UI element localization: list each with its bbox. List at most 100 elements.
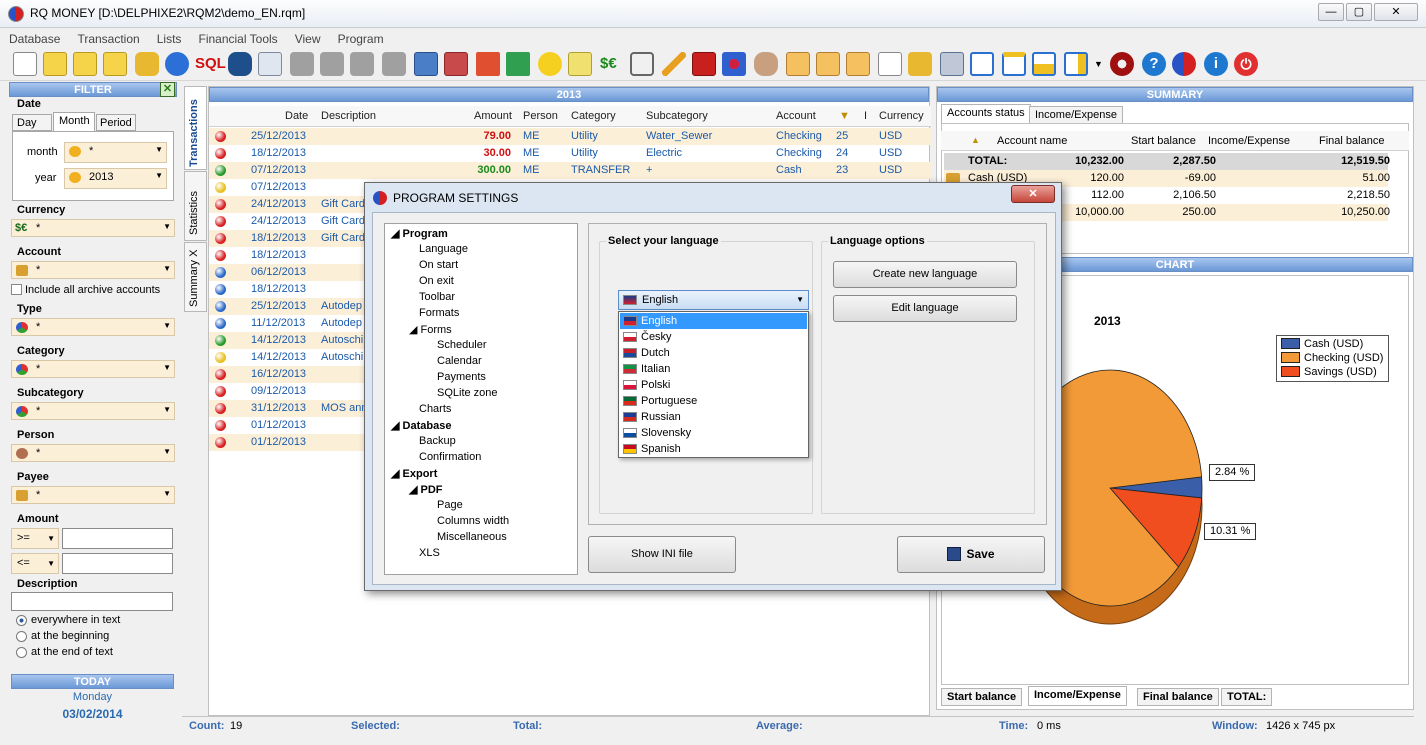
language-option[interactable]: Italian [620, 361, 807, 377]
language-option[interactable]: Portuguese [620, 393, 807, 409]
play-icon[interactable] [165, 52, 189, 76]
app-logo-icon[interactable] [1172, 52, 1196, 76]
database-icon[interactable] [228, 52, 252, 76]
tab-transactions[interactable]: Transactions [184, 86, 207, 170]
col-person[interactable]: Person [523, 107, 558, 126]
tree-item[interactable]: Page [437, 499, 463, 511]
description-input[interactable] [11, 592, 173, 611]
maximize-button[interactable]: ▢ [1346, 3, 1372, 21]
comments-icon[interactable] [382, 52, 406, 76]
card-icon[interactable] [258, 52, 282, 76]
language-option[interactable]: Polski [620, 377, 807, 393]
list-red-icon[interactable] [444, 52, 468, 76]
col-id[interactable]: I [864, 107, 867, 126]
layout-split-icon[interactable] [1032, 52, 1056, 76]
amount-min-input[interactable] [62, 528, 173, 549]
comment-icon-3[interactable] [350, 52, 374, 76]
smiley-icon[interactable] [538, 52, 562, 76]
language-option[interactable]: Dutch [620, 345, 807, 361]
col-income-expense[interactable]: Income/Expense [1208, 135, 1290, 147]
currency-select[interactable]: $€ * ▼ [11, 219, 175, 237]
tree-item[interactable]: Language [419, 243, 468, 255]
coins-icon[interactable] [908, 52, 932, 76]
comment-icon[interactable] [290, 52, 314, 76]
payee-select[interactable]: * ▼ [11, 486, 175, 504]
help-icon[interactable]: ? [1142, 52, 1166, 76]
tree-item[interactable]: ◢ PDF [409, 483, 443, 496]
col-amount[interactable]: Amount [474, 107, 512, 126]
tab-period[interactable]: Period [96, 114, 136, 131]
tree-item[interactable]: XLS [419, 547, 440, 559]
sql-icon[interactable]: SQL [195, 52, 226, 76]
menu-lists[interactable]: Lists [148, 29, 187, 46]
radio-end[interactable] [16, 647, 27, 658]
radio-everywhere[interactable] [16, 615, 27, 626]
close-button[interactable]: ✕ [1374, 3, 1418, 21]
layout-left-icon[interactable] [970, 52, 994, 76]
tree-item[interactable]: Miscellaneous [437, 531, 507, 543]
list-icon[interactable] [414, 52, 438, 76]
archive-checkbox[interactable] [11, 284, 22, 295]
close-filter-icon[interactable]: ✕ [160, 82, 175, 97]
table-row[interactable]: 07/12/2013 300.00 ME TRANSFER + Cash 23 USD [209, 162, 931, 179]
tree-item[interactable]: Scheduler [437, 339, 487, 351]
sort-asc-icon[interactable]: ▲ [971, 135, 980, 145]
year-select[interactable]: 2013 ▼ [64, 168, 167, 189]
menu-database[interactable]: Database [0, 29, 65, 46]
layout-right-icon[interactable] [1064, 52, 1088, 76]
type-select[interactable]: * ▼ [11, 318, 175, 336]
calendar-icon[interactable] [786, 52, 810, 76]
show-ini-button[interactable]: Show INI file [588, 536, 736, 573]
tab-accounts-status[interactable]: Accounts status [941, 104, 1031, 123]
tree-item[interactable]: ◢ Export [391, 467, 437, 480]
amount-op-select[interactable]: >= ▼ [11, 528, 59, 549]
tree-item[interactable]: Payments [437, 371, 486, 383]
language-option[interactable]: Spanish [620, 441, 807, 457]
create-language-button[interactable]: Create new language [833, 261, 1017, 288]
dialog-close-button[interactable]: ✕ [1011, 185, 1055, 203]
tree-item[interactable]: Columns width [437, 515, 509, 527]
col-account-name[interactable]: Account name [997, 135, 1067, 147]
pencil-icon[interactable] [662, 52, 686, 76]
tree-item[interactable]: Formats [419, 307, 459, 319]
col-account[interactable]: Account [776, 107, 816, 126]
open-folder-icon[interactable] [43, 52, 67, 76]
currency-icon[interactable]: $€ [600, 52, 624, 76]
amount-max-input[interactable] [62, 553, 173, 574]
tree-item[interactable]: On start [419, 259, 458, 271]
subcategory-select[interactable]: * ▼ [11, 402, 175, 420]
table-row[interactable]: 18/12/2013 30.00 ME Utility Electric Checking… [209, 145, 931, 162]
menu-program[interactable]: Program [329, 29, 389, 46]
tree-item[interactable]: On exit [419, 275, 454, 287]
col-final-balance[interactable]: Final balance [1319, 135, 1384, 147]
line-chart-icon[interactable] [878, 52, 902, 76]
sort-desc-icon[interactable]: ▼ [839, 107, 850, 126]
lock-icon[interactable] [135, 52, 159, 76]
new-file-icon[interactable] [13, 52, 37, 76]
dots-icon[interactable] [722, 52, 746, 76]
radio-beginning[interactable] [16, 631, 27, 642]
power-icon[interactable]: ⏻ [1234, 52, 1258, 76]
tree-item[interactable]: ◢ Database [391, 419, 451, 432]
col-currency[interactable]: Currency [879, 107, 924, 126]
language-option[interactable]: Česky [620, 329, 807, 345]
contacts-icon[interactable] [692, 52, 716, 76]
tab-summary-x[interactable]: Summary X [184, 242, 207, 312]
menu-view[interactable]: View [286, 29, 326, 46]
tree-item[interactable]: SQLite zone [437, 387, 498, 399]
minimize-button[interactable]: — [1318, 3, 1344, 21]
person-select[interactable]: * ▼ [11, 444, 175, 462]
notes-icon[interactable] [568, 52, 592, 76]
col-category[interactable]: Category [571, 107, 616, 126]
upload-icon[interactable] [476, 52, 500, 76]
amount-op-select-2[interactable]: <= ▼ [11, 553, 59, 574]
tab-day[interactable]: Day [12, 114, 52, 131]
people-icon[interactable] [754, 52, 778, 76]
calendar-edit-icon[interactable] [846, 52, 870, 76]
comment-icon-2[interactable] [320, 52, 344, 76]
tab-income-expense[interactable]: Income/Expense [1029, 106, 1123, 124]
tree-item[interactable]: Charts [419, 403, 451, 415]
month-select[interactable]: * ▼ [64, 142, 167, 163]
cart-icon[interactable] [630, 52, 654, 76]
col-start-balance[interactable]: Start balance [1131, 135, 1196, 147]
